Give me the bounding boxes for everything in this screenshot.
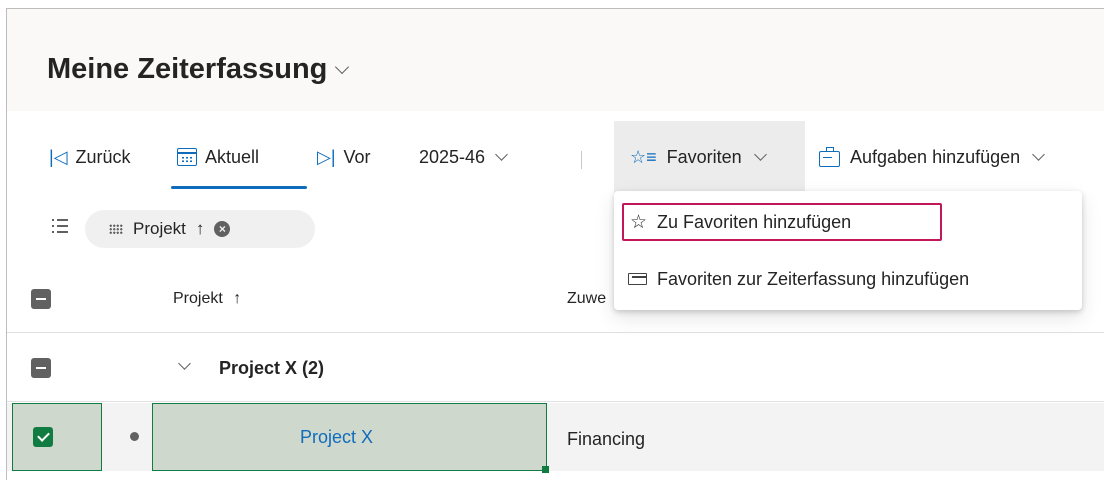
grip-icon [109,223,123,235]
week-selector[interactable]: 2025-46 [419,121,508,193]
menu-item-label: Favoriten zur Zeiterfassung hinzufügen [657,268,970,289]
project-cell[interactable]: Project X [152,403,549,473]
favorites-menu: ☆ Zu Favoriten hinzufügen Favoriten zur … [614,191,1082,310]
group-row: Project X (2) [7,334,1104,402]
back-label: Zurück [75,146,131,167]
calendar-icon [177,148,197,166]
app-frame: Meine Zeiterfassung |◁ Zurück Aktuell ▷|… [6,8,1104,480]
column-header-project[interactable]: Projekt ↑ [173,290,241,308]
star-list-icon: ☆≡ [630,146,657,167]
table-row[interactable]: Project X Financing [7,403,1104,473]
sort-ascending-icon: ↑ [233,290,242,307]
column-header-assignment[interactable]: Zuwe [567,290,606,308]
favorites-label: Favoriten [666,146,742,167]
menu-item-add-favorites-to-timesheet[interactable]: Favoriten zur Zeiterfassung hinzufügen [622,260,969,298]
chevron-down-icon [495,147,508,161]
page-title-dropdown[interactable]: Meine Zeiterfassung [47,53,350,86]
project-link[interactable]: Project X [300,427,373,448]
star-plus-icon: ☆ [630,211,648,233]
row-indicator-dot [130,432,139,441]
clear-icon[interactable]: × [214,221,231,237]
add-tasks-button[interactable]: Aufgaben hinzufügen [819,121,1046,193]
add-tasks-label: Aufgaben hinzufügen [850,146,1021,167]
toolbar: |◁ Zurück Aktuell ▷| Vor 2025-46 ☆≡ Favo… [7,121,1104,193]
briefcase-icon [819,146,840,167]
group-by-icon[interactable] [52,219,68,233]
page-title: Meine Zeiterfassung [47,53,328,85]
group-checkbox[interactable] [31,358,51,378]
group-label: Project X (2) [219,358,325,378]
current-label: Aktuell [205,146,260,167]
chevron-down-icon [1032,147,1046,161]
favorites-button[interactable]: ☆≡ Favoriten [614,121,805,193]
current-week-button[interactable]: Aktuell [171,121,307,193]
skip-back-icon: |◁ [49,146,68,167]
stack-icon [628,273,647,285]
sort-ascending-icon: ↑ [195,219,205,238]
chevron-down-icon[interactable] [178,357,191,370]
select-all-checkbox[interactable] [31,289,51,309]
menu-item-label: Zu Favoriten hinzufügen [657,211,852,232]
next-label: Vor [343,146,371,167]
assignment-cell[interactable]: Financing [567,429,645,450]
group-filter-pill[interactable]: Projekt ↑ × [85,210,315,248]
next-button[interactable]: ▷| Vor [317,121,371,193]
skip-next-icon: ▷| [317,146,336,167]
week-value: 2025-46 [419,146,486,167]
active-underline [171,186,307,189]
back-button[interactable]: |◁ Zurück [49,121,131,193]
pill-label: Projekt [133,219,186,238]
toolbar-divider [581,151,582,169]
row-checkbox[interactable] [33,427,53,447]
menu-item-add-to-favorites[interactable]: ☆ Zu Favoriten hinzufügen [622,203,942,241]
row-select-cell[interactable] [12,403,102,471]
chevron-down-icon [753,147,767,161]
chevron-down-icon [335,59,350,74]
